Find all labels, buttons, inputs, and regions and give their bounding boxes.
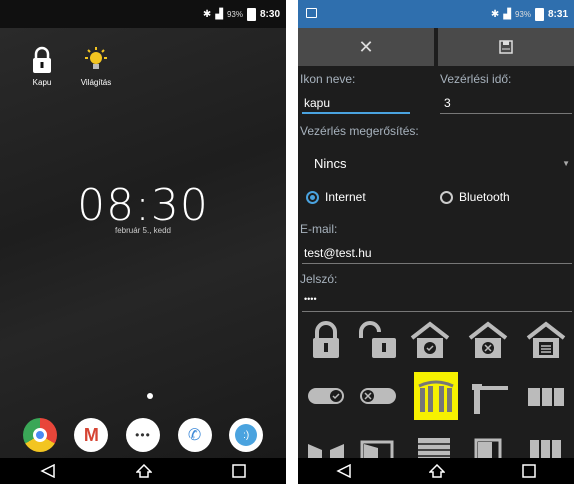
toggle-off-icon[interactable] <box>358 376 398 416</box>
icon-editor-phone: ✱ ▟ 93% 8:31 ✕ Ikon neve: Vezérlési idő:… <box>298 0 574 484</box>
back-icon[interactable] <box>40 464 56 478</box>
icon-picker-grid <box>298 318 574 458</box>
gate-graphic <box>418 380 454 412</box>
control-time-label: Vezérlési idő: <box>440 72 512 86</box>
home-icon[interactable] <box>428 464 445 478</box>
confirm-value: Nincs <box>314 155 347 171</box>
page-indicator <box>147 393 153 399</box>
save-icon <box>499 40 513 54</box>
house-cross-icon[interactable] <box>468 320 508 360</box>
radio-bluetooth-label: Bluetooth <box>459 190 510 204</box>
lock-closed-icon[interactable] <box>306 320 346 360</box>
password-underline <box>302 311 572 312</box>
home-shortcut-vilagitas[interactable]: Világítás <box>76 46 116 87</box>
confirm-dropdown[interactable]: Nincs ▼ <box>308 148 570 178</box>
close-icon: ✕ <box>358 36 374 57</box>
email-underline <box>302 263 572 264</box>
signal-icon: ▟ <box>503 8 511 20</box>
navigation-bar <box>0 458 286 484</box>
control-time-underline <box>440 113 572 114</box>
back-icon[interactable] <box>336 464 352 478</box>
radio-unchecked-icon <box>440 190 453 204</box>
gmail-icon[interactable]: M <box>74 418 109 452</box>
shortcut-label: Világítás <box>80 78 112 87</box>
save-button[interactable] <box>438 28 574 66</box>
cabinet-icon[interactable] <box>526 430 566 458</box>
gallery-notification-icon <box>306 8 317 18</box>
bulb-icon <box>85 47 107 69</box>
control-time-input[interactable]: 3 <box>444 96 451 114</box>
chrome-icon[interactable] <box>22 418 57 452</box>
messages-icon[interactable]: :) <box>229 418 264 452</box>
recents-icon[interactable] <box>521 464 536 478</box>
gate-icon[interactable] <box>414 372 458 420</box>
radio-bluetooth[interactable]: Bluetooth <box>440 190 574 204</box>
password-label: Jelszó: <box>300 272 338 286</box>
password-input[interactable]: •••• <box>304 294 317 308</box>
door-icon[interactable] <box>468 430 508 458</box>
battery-icon <box>534 7 544 21</box>
recents-icon[interactable] <box>232 464 246 478</box>
wallpaper <box>0 28 286 458</box>
toggle-on-icon[interactable] <box>306 376 346 416</box>
status-time: 8:31 <box>547 8 568 20</box>
status-bar: ✱ ▟ 93% 8:31 <box>298 0 574 28</box>
status-bar: ✱ ▟ 93% 8:30 <box>0 0 286 28</box>
roller-shutter-icon[interactable] <box>414 430 454 458</box>
barrier-icon[interactable] <box>468 376 508 416</box>
clock-widget[interactable]: 08:30 <box>0 180 286 231</box>
sliding-gate-icon[interactable] <box>526 376 566 416</box>
house-check-icon[interactable] <box>410 320 450 360</box>
email-label: E-mail: <box>300 222 338 236</box>
battery-icon <box>246 7 256 21</box>
confirm-label: Vezérlés megerősítés: <box>300 124 419 138</box>
battery-percent: 93% <box>514 9 531 19</box>
dropdown-arrow-icon: ▼ <box>562 158 570 168</box>
clock-date: február 5., kedd <box>114 226 172 235</box>
bluetooth-icon: ✱ <box>490 8 500 20</box>
shortcut-label: Kapu <box>32 78 52 87</box>
battery-percent: 93% <box>226 9 243 19</box>
home-screen-phone: ✱ ▟ 93% 8:30 Kapu Világítás 08:30 februá… <box>0 0 286 484</box>
lock-open-icon[interactable] <box>358 320 398 360</box>
double-door-icon[interactable] <box>306 430 346 458</box>
radio-internet[interactable]: Internet <box>306 190 440 204</box>
radio-internet-label: Internet <box>325 190 366 204</box>
home-shortcut-kapu[interactable]: Kapu <box>22 46 62 87</box>
home-icon[interactable] <box>136 464 152 478</box>
email-input[interactable]: test@test.hu <box>304 246 372 264</box>
connection-radio-group: Internet Bluetooth <box>306 190 574 204</box>
phone-icon[interactable]: ✆ <box>177 418 212 452</box>
signal-icon: ▟ <box>215 8 223 20</box>
editor-toolbar: ✕ <box>298 28 574 66</box>
open-door-icon[interactable] <box>358 430 398 458</box>
cancel-button[interactable]: ✕ <box>298 28 434 66</box>
radio-checked-icon <box>306 190 319 204</box>
status-time: 8:30 <box>259 8 280 20</box>
house-list-icon[interactable] <box>526 320 566 360</box>
navigation-bar <box>298 458 574 484</box>
apps-icon[interactable]: ••• <box>125 418 160 452</box>
bluetooth-icon: ✱ <box>202 8 212 20</box>
lock-icon <box>33 46 51 73</box>
icon-name-underline <box>302 112 410 114</box>
app-dock: M ••• ✆ :) <box>0 418 286 452</box>
icon-name-label: Ikon neve: <box>300 72 356 86</box>
